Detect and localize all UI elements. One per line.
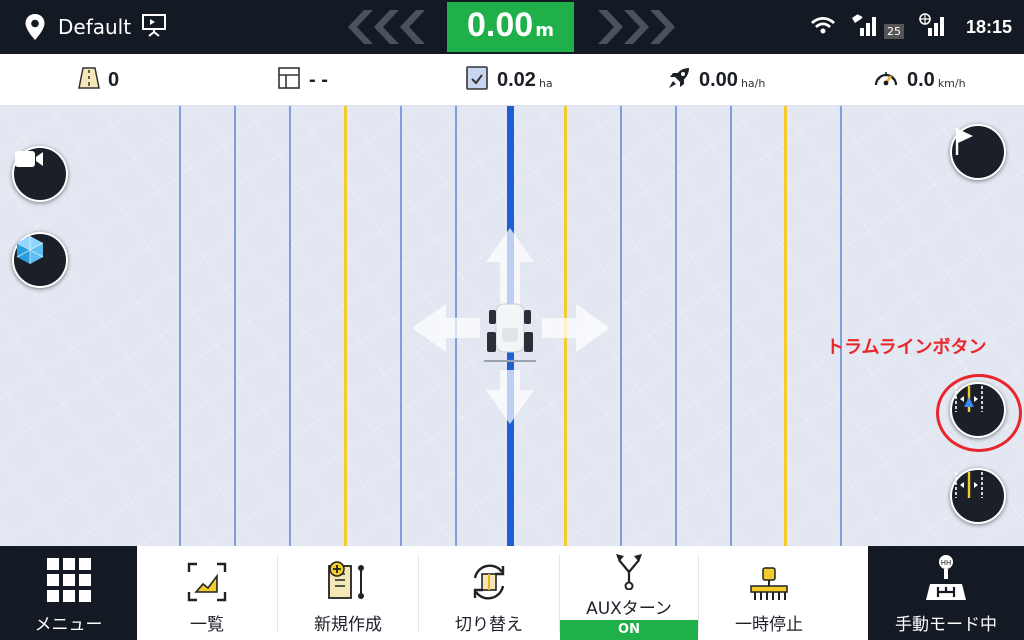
work-info-bar: 0 - - 0.02 ha 0.00 ha/h 0.0 km/h — [0, 54, 1024, 106]
road-icon — [78, 66, 100, 94]
top-status-bar: Default 0.00 m 25 18:15 — [0, 0, 1024, 54]
block-value: - - — [309, 68, 328, 91]
speed-unit: km/h — [937, 76, 966, 90]
info-work-rate: 0.00 ha/h — [667, 66, 765, 94]
aux-turn-label: AUXターン — [586, 599, 672, 619]
bottom-toolbar: メニュー 一覧 新規作成 切り替え AUXターン 一時停止 HH 手動モード中 — [0, 546, 1024, 640]
manual-mode-button[interactable]: HH 手動モード中 — [868, 546, 1024, 640]
profile-name: Default — [58, 15, 132, 39]
guidance-line — [234, 106, 236, 546]
presentation-icon[interactable] — [141, 12, 167, 43]
info-speed: 0.0 km/h — [873, 66, 966, 94]
switch-button[interactable]: 切り替え — [419, 546, 559, 640]
area-unit: ha — [538, 76, 553, 90]
tramline-shift-button[interactable] — [950, 468, 1006, 524]
camera-button[interactable] — [12, 146, 68, 202]
offset-unit: m — [535, 20, 554, 41]
work-rate-value: 0.00 — [699, 68, 738, 91]
annotation-highlight-ring — [936, 374, 1022, 452]
tramline — [784, 106, 787, 546]
gear-shifter-icon: HH — [924, 546, 968, 602]
info-lines: 0 — [78, 66, 119, 94]
list-label: 一覧 — [190, 615, 224, 635]
guidance-line — [730, 106, 732, 546]
cross-track-error-display: 0.00 m — [447, 2, 574, 52]
svg-text:HH: HH — [941, 559, 952, 567]
wifi-icon — [810, 15, 836, 39]
area-check-icon — [465, 65, 489, 95]
menu-button[interactable]: メニュー — [0, 546, 137, 640]
switch-cycle-icon — [469, 546, 509, 602]
speed-value: 0.0 — [907, 68, 935, 91]
work-rate-unit: ha/h — [740, 76, 766, 90]
tramline — [344, 106, 347, 546]
steer-left-chevrons-icon — [348, 10, 425, 44]
rocket-icon — [667, 66, 691, 94]
pause-label: 一時停止 — [735, 615, 803, 635]
new-line-icon — [327, 546, 369, 602]
system-status: 25 18:15 — [810, 10, 1012, 44]
steer-right-chevrons-icon — [598, 10, 675, 44]
area-value: 0.02 — [497, 68, 536, 91]
clock: 18:15 — [965, 16, 1012, 37]
location-pin-icon — [22, 12, 48, 42]
info-block: - - — [277, 66, 328, 94]
guidance-line — [400, 106, 402, 546]
cellular-signal-icon — [918, 12, 946, 42]
switch-label: 切り替え — [455, 615, 523, 635]
new-label: 新規作成 — [314, 615, 382, 635]
flag-button[interactable] — [950, 124, 1006, 180]
manual-mode-label: 手動モード中 — [895, 615, 997, 635]
grid-block-icon — [277, 66, 301, 94]
view-3d-button[interactable] — [12, 232, 68, 288]
guidance-map[interactable] — [0, 106, 1024, 546]
aux-turn-icon — [614, 546, 644, 590]
implement-pause-icon — [749, 546, 789, 602]
speedometer-icon — [873, 66, 899, 94]
aux-turn-on-badge: ON — [560, 620, 698, 640]
guidance-line — [675, 106, 677, 546]
list-button[interactable]: 一覧 — [138, 546, 276, 640]
offset-value: 0.00 — [467, 6, 534, 44]
grid-menu-icon — [46, 546, 91, 602]
satellite-count: 25 — [883, 23, 904, 39]
menu-label: メニュー — [34, 615, 103, 635]
field-list-icon — [187, 546, 227, 602]
map-canvas — [0, 106, 1024, 546]
guidance-line — [179, 106, 181, 546]
guidance-line — [840, 106, 842, 546]
info-area: 0.02 ha — [465, 66, 553, 94]
guidance-line — [620, 106, 622, 546]
lines-count: 0 — [108, 68, 120, 91]
pause-button[interactable]: 一時停止 — [699, 546, 839, 640]
guidance-line — [289, 106, 291, 546]
profile-selector[interactable]: Default — [22, 10, 167, 44]
satellite-signal-icon — [850, 12, 878, 42]
new-button[interactable]: 新規作成 — [278, 546, 418, 640]
tramline-button-annotation: トラムラインボタン — [826, 337, 987, 358]
